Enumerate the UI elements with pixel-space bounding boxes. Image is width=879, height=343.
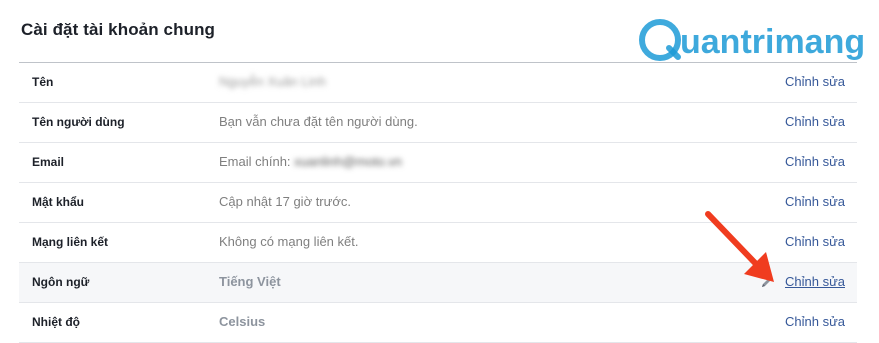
settings-row-linked-accounts[interactable]: Mạng liên kết Không có mạng liên kết. Ch… xyxy=(19,223,857,263)
name-value-blurred: Nguyễn Xuân Linh xyxy=(219,74,326,89)
row-value: Cập nhật 17 giờ trước. xyxy=(219,194,351,209)
settings-row-name[interactable]: Tên Nguyễn Xuân Linh Chỉnh sửa xyxy=(19,63,857,103)
edit-linked-accounts-link[interactable]: Chỉnh sửa xyxy=(785,234,845,249)
settings-list: Tên Nguyễn Xuân Linh Chỉnh sửa Tên người… xyxy=(19,63,857,343)
row-value: Email chính: xuanlinh@moto.vn xyxy=(219,154,402,169)
email-value-blurred: xuanlinh@moto.vn xyxy=(294,154,403,169)
row-label: Email xyxy=(32,155,65,169)
row-value: Celsius xyxy=(219,314,266,329)
edit-username-link[interactable]: Chỉnh sửa xyxy=(785,114,845,129)
row-value: Không có mạng liên kết. xyxy=(219,234,359,249)
pencil-icon[interactable] xyxy=(760,275,774,289)
row-value: Bạn vẫn chưa đặt tên người dùng. xyxy=(219,114,418,129)
settings-row-username[interactable]: Tên người dùng Bạn vẫn chưa đặt tên ngườ… xyxy=(19,103,857,143)
edit-language-link[interactable]: Chỉnh sửa xyxy=(785,274,845,289)
edit-password-link[interactable]: Chỉnh sửa xyxy=(785,194,845,209)
quantrimang-logo: uantrimang xyxy=(639,19,865,61)
edit-name-link[interactable]: Chỉnh sửa xyxy=(785,74,845,89)
svg-text:uantrimang: uantrimang xyxy=(680,23,865,61)
row-value: Nguyễn Xuân Linh xyxy=(219,74,326,89)
email-prefix: Email chính: xyxy=(219,154,291,169)
account-settings-page: Cài đặt tài khoản chung uantrimang Tên N… xyxy=(0,0,879,343)
row-label: Nhiệt độ xyxy=(32,315,80,329)
settings-row-email[interactable]: Email Email chính: xuanlinh@moto.vn Chỉn… xyxy=(19,143,857,183)
row-label: Mật khẩu xyxy=(32,195,85,209)
row-label: Mạng liên kết xyxy=(32,235,109,249)
settings-row-password[interactable]: Mật khẩu Cập nhật 17 giờ trước. Chỉnh sử… xyxy=(19,183,857,223)
edit-temperature-link[interactable]: Chỉnh sửa xyxy=(785,314,845,329)
row-label: Tên người dùng xyxy=(32,115,125,129)
row-label: Tên xyxy=(32,75,54,89)
edit-email-link[interactable]: Chỉnh sửa xyxy=(785,154,845,169)
row-value: Tiếng Việt xyxy=(219,274,281,289)
settings-row-language[interactable]: Ngôn ngữ Tiếng Việt Chỉnh sửa xyxy=(19,263,857,303)
row-label: Ngôn ngữ xyxy=(32,275,90,289)
page-title: Cài đặt tài khoản chung xyxy=(21,20,216,39)
settings-row-temperature[interactable]: Nhiệt độ Celsius Chỉnh sửa xyxy=(19,303,857,343)
